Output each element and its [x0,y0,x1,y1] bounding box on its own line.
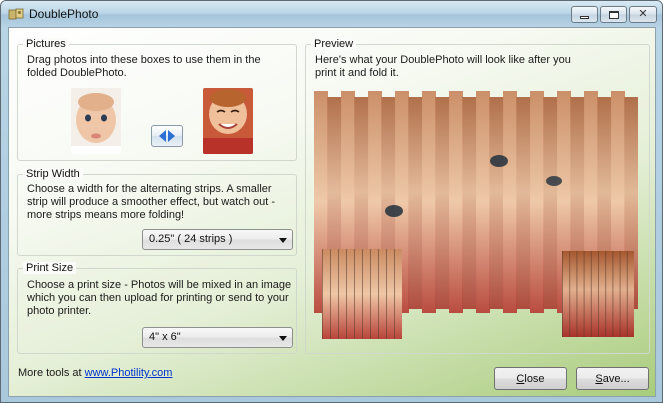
preview-mini-strip [394,249,395,339]
preview-strip [530,91,544,313]
preview-mini-strip [370,249,371,339]
window-title: DoublePhoto [29,7,99,21]
strip-width-selected: 0.25" ( 24 strips ) [149,233,233,245]
preview-mini-strip [619,251,621,337]
preview-strip [476,91,490,313]
preview-mini-strip [362,249,363,339]
save-button[interactable]: Save... [576,367,649,390]
print-size-select[interactable]: 4" x 6" [142,327,293,348]
baby-photo-left [71,88,121,154]
preview-strip [462,97,477,309]
preview-mini-strip [598,251,599,337]
close-window-button[interactable]: ✕ [629,6,657,23]
preview-mini-strip [378,249,379,339]
preview-mini-strip [569,251,571,337]
preview-strip [516,97,531,309]
preview-strip [543,97,558,309]
strip-width-select[interactable]: 0.25" ( 24 strips ) [142,229,293,250]
preview-strip [422,91,436,313]
photility-link[interactable]: www.Photility.com [85,367,173,379]
preview-mini-strip [612,251,614,337]
preview-strip [408,97,423,309]
preview-strip [449,91,463,313]
photo-drop-box-right[interactable] [203,88,253,154]
preview-mini-strip [354,249,355,339]
pictures-legend: Pictures [23,38,69,50]
double-photo-app-icon [8,8,24,20]
maximize-button[interactable] [600,6,627,23]
print-size-selected: 4" x 6" [149,331,181,343]
close-icon: ✕ [638,8,648,20]
folded-preview-svg [314,91,639,339]
chevron-down-icon [279,336,287,341]
chevron-down-icon [279,238,287,243]
swap-arrows-icon [159,130,175,142]
preview-mini-strip [330,249,331,339]
preview-mini-strip [605,251,607,337]
preview-mini-strip [346,249,347,339]
preview-mini-strip [562,251,563,337]
preview-strip [435,97,450,309]
strip-width-legend-text: Strip Width [26,168,80,180]
preview-mini-strip [626,251,628,337]
preview-strip [489,97,504,309]
more-tools-prefix: More tools at [18,367,85,379]
preview-mini-strip [576,251,578,337]
preview-mini-strip [386,249,387,339]
preview-legend: Preview [311,38,357,50]
minimize-icon [580,16,589,19]
client-area: Pictures Drag photos into these boxes to… [8,27,656,397]
more-tools-text: More tools at www.Photility.com [18,367,172,379]
pictures-group: Pictures Drag photos into these boxes to… [17,38,297,161]
close-button-label: Close [516,372,545,385]
photo-drop-box-left[interactable] [71,88,121,154]
print-size-legend: Print Size [23,262,77,274]
strip-width-group: Strip Width Choose a width for the alter… [17,168,297,256]
preview-mini-strip [590,251,592,337]
preview-mini-strip [322,249,323,339]
strip-width-legend: Strip Width [23,168,83,180]
preview-description: Here's what your DoublePhoto will look l… [315,54,571,79]
print-size-description: Choose a print size - Photos will be mix… [27,279,292,317]
preview-group: Preview Here's what your DoublePhoto wil… [305,38,650,354]
preview-strip [503,91,517,313]
folded-preview-image [314,91,639,353]
print-size-group: Print Size Choose a print size - Photos … [17,262,297,354]
minimize-button[interactable] [571,6,598,23]
save-button-label: Save... [595,372,630,385]
preview-mini-strip [583,251,585,337]
title-bar[interactable]: DoublePhoto ✕ [1,1,662,27]
maximize-icon [608,10,619,19]
pictures-instructions: Drag photos into these boxes to use them… [27,54,261,79]
strip-width-description: Choose a width for the alternating strip… [27,183,276,221]
swap-photos-button[interactable] [151,125,183,147]
baby-photo-right [203,88,253,154]
doublephoto-window: DoublePhoto ✕ Pictures Drag photos into … [0,0,663,403]
close-button[interactable]: Close [494,367,567,390]
preview-mini-strip [338,249,339,339]
